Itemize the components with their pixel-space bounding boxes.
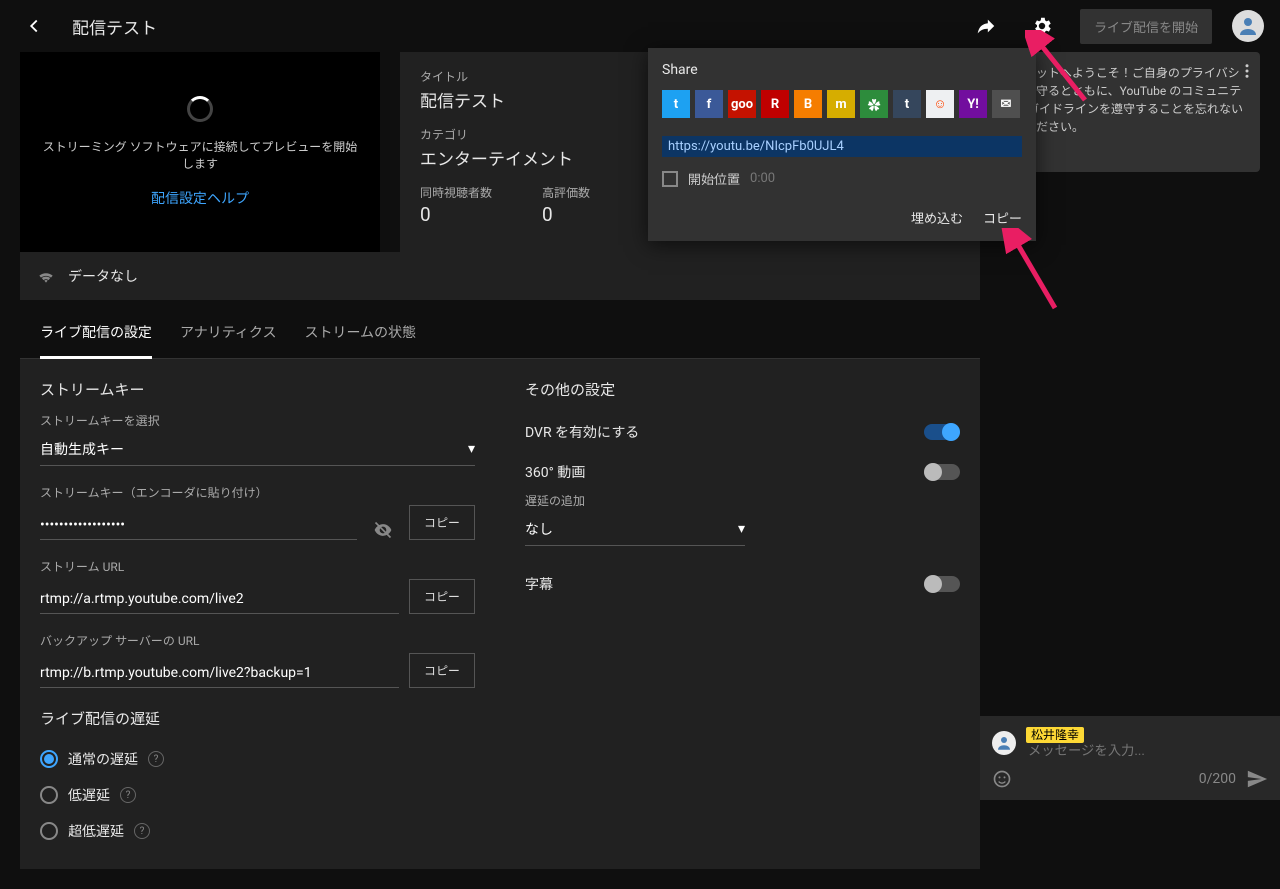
share-twitter-icon[interactable]: t — [662, 90, 690, 118]
delay-label: 遅延の追加 — [525, 492, 960, 509]
copy-button[interactable]: コピー — [983, 208, 1022, 227]
help-icon[interactable]: ? — [120, 787, 136, 803]
chat-counter: 0/200 — [1199, 771, 1236, 787]
chat-username: 松井隆幸 — [1026, 727, 1084, 743]
share-ameba-icon[interactable]: ✿ — [860, 90, 888, 118]
share-url[interactable]: https://youtu.be/NIcpFb0UJL4 — [662, 136, 1022, 157]
other-heading: その他の設定 — [525, 379, 960, 400]
stream-url-label: ストリーム URL — [40, 558, 475, 575]
preview-msg: ストリーミング ソフトウェアに接続してプレビューを開始します — [40, 138, 360, 172]
start-label: 開始位置 — [688, 169, 740, 188]
dvr-toggle[interactable] — [924, 424, 960, 440]
start-checkbox[interactable] — [662, 171, 678, 187]
chat-message-input[interactable] — [1026, 743, 1207, 760]
tab-1[interactable]: アナリティクス — [180, 308, 276, 358]
gear-icon[interactable] — [1024, 8, 1060, 44]
copy-url-button[interactable]: コピー — [409, 579, 475, 614]
back-button[interactable] — [16, 8, 52, 44]
backup-url-input[interactable]: rtmp://b.rtmp.youtube.com/live2?backup=1 — [40, 659, 399, 688]
share-mixi-icon[interactable]: m — [827, 90, 855, 118]
share-reddit-icon[interactable]: ☺ — [926, 90, 954, 118]
visibility-off-icon[interactable] — [367, 520, 399, 540]
stream-url-input[interactable]: rtmp://a.rtmp.youtube.com/live2 — [40, 585, 399, 614]
chat-input-bar: 松井隆幸 0/200 — [980, 716, 1280, 800]
kebab-icon[interactable] — [1238, 62, 1256, 80]
start-time: 0:00 — [750, 171, 775, 186]
embed-button[interactable]: 埋め込む — [911, 208, 963, 227]
wifi-icon — [36, 266, 56, 286]
copy-key-button[interactable]: コピー — [409, 505, 475, 540]
key-select[interactable]: 自動生成キー ▾ — [40, 433, 475, 466]
chat-avatar — [992, 731, 1016, 755]
tab-2[interactable]: ストリームの状態 — [304, 308, 416, 358]
share-icon[interactable] — [968, 8, 1004, 44]
preview-help-link[interactable]: 配信設定ヘルプ — [151, 188, 249, 208]
help-icon[interactable]: ? — [148, 751, 164, 767]
viewers-label: 同時視聴者数 — [420, 184, 492, 201]
share-blogger-icon[interactable]: B — [794, 90, 822, 118]
share-rakuten-icon[interactable]: R — [761, 90, 789, 118]
share-title: Share — [662, 62, 1022, 78]
stream-key-heading: ストリームキー — [40, 379, 475, 400]
key-paste-label: ストリームキー（エンコーダに貼り付け） — [40, 484, 475, 501]
status-text: データなし — [68, 266, 138, 286]
likes-label: 高評価数 — [542, 184, 590, 201]
preview-panel: ストリーミング ソフトウェアに接続してプレビューを開始します 配信設定ヘルプ — [20, 52, 380, 252]
dvr-label: DVR を有効にする — [525, 422, 639, 442]
avatar[interactable] — [1232, 10, 1264, 42]
key-paste-input[interactable]: •••••••••••••••••• — [40, 511, 357, 540]
share-goo-icon[interactable]: goo — [728, 90, 756, 118]
start-stream-button[interactable]: ライブ配信を開始 — [1080, 9, 1212, 44]
spinner-icon — [187, 96, 213, 122]
backup-url-label: バックアップ サーバーの URL — [40, 632, 475, 649]
likes-value: 0 — [542, 203, 590, 226]
page-title: 配信テスト — [72, 14, 157, 39]
status-bar: データなし — [20, 252, 980, 300]
chat-notice: チャットへようこそ！ご自身のプライバシーを守るとともに、YouTube のコミュ… — [1000, 52, 1260, 172]
copy-backup-button[interactable]: コピー — [409, 653, 475, 688]
latency-heading: ライブ配信の遅延 — [40, 708, 475, 729]
latency-radio-0[interactable] — [40, 750, 58, 768]
key-select-label: ストリームキーを選択 — [40, 412, 475, 429]
captions-toggle[interactable] — [924, 576, 960, 592]
latency-label-1: 低遅延 — [68, 785, 110, 805]
latency-label-0: 通常の遅延 — [68, 749, 138, 769]
captions-label: 字幕 — [525, 574, 553, 594]
viewers-value: 0 — [420, 203, 492, 226]
360-toggle[interactable] — [924, 464, 960, 480]
latency-label-2: 超低遅延 — [68, 821, 124, 841]
share-email-icon[interactable]: ✉ — [992, 90, 1020, 118]
share-facebook-icon[interactable]: f — [695, 90, 723, 118]
help-icon[interactable]: ? — [134, 823, 150, 839]
latency-radio-1[interactable] — [40, 786, 58, 804]
share-tumblr-icon[interactable]: t — [893, 90, 921, 118]
share-dialog: Share tfgooRBm✿t☺Y!✉ https://youtu.be/NI… — [648, 48, 1036, 241]
tab-0[interactable]: ライブ配信の設定 — [40, 308, 152, 359]
360-label: 360° 動画 — [525, 462, 585, 482]
latency-radio-2[interactable] — [40, 822, 58, 840]
chevron-down-icon: ▾ — [468, 441, 475, 457]
emoji-icon[interactable] — [992, 769, 1012, 789]
chevron-down-icon: ▾ — [738, 521, 745, 537]
send-icon[interactable] — [1246, 768, 1268, 790]
delay-select[interactable]: なし ▾ — [525, 513, 745, 546]
share-yahoo-icon[interactable]: Y! — [959, 90, 987, 118]
